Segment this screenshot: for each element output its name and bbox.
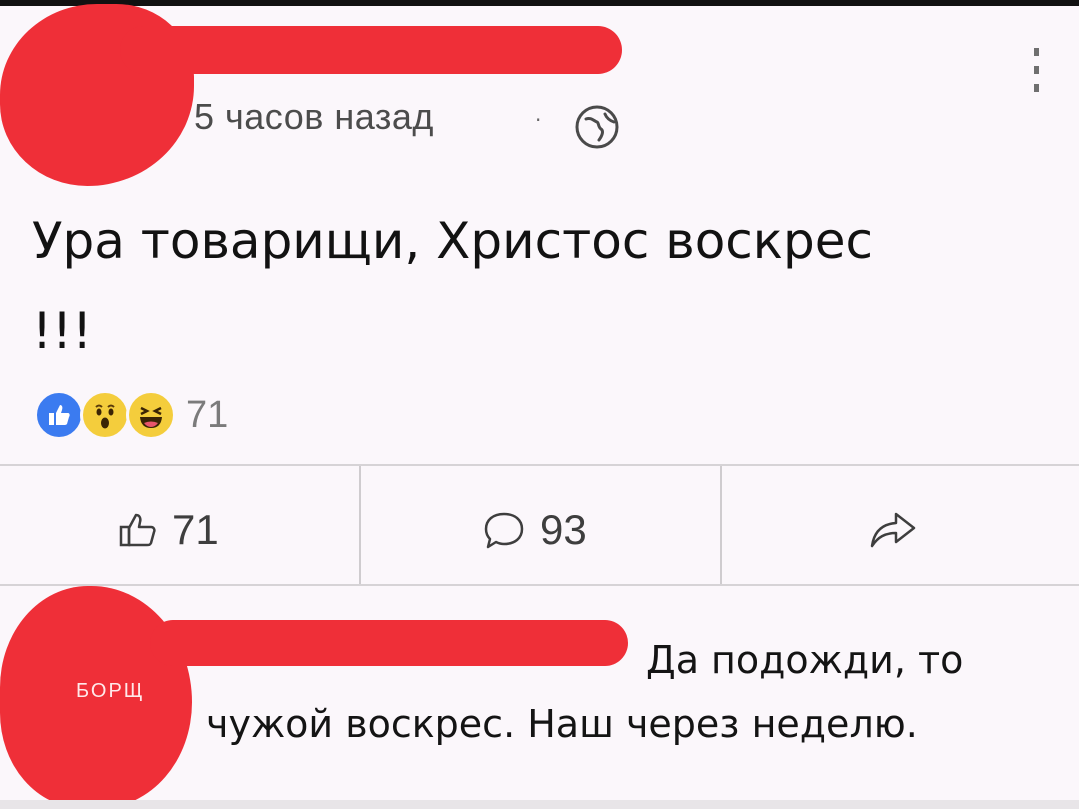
action-bar-top-divider <box>0 464 1079 466</box>
post-timestamp: 5 часов назад <box>194 96 434 137</box>
action-divider-2 <box>720 466 722 584</box>
comment-count: 93 <box>540 506 587 553</box>
comment-button[interactable]: 93 <box>482 500 587 560</box>
share-arrow-icon <box>870 512 916 548</box>
action-bar-bottom-divider <box>0 584 1079 586</box>
like-count: 71 <box>172 506 219 553</box>
bottom-edge <box>0 800 1079 809</box>
like-button[interactable]: 71 <box>118 500 219 560</box>
top-edge-bar <box>0 0 1079 6</box>
comment-text-line-1: Да подожди, то <box>646 638 964 682</box>
post-text: Ура товарищи, Христос воскрес !!! <box>32 212 873 360</box>
wow-reaction-icon <box>80 390 130 440</box>
haha-reaction-icon <box>126 390 176 440</box>
more-options-icon[interactable] <box>1032 48 1040 92</box>
share-button[interactable] <box>868 500 932 560</box>
globe-icon <box>575 105 619 149</box>
action-divider-1 <box>359 466 361 584</box>
author-name-redaction <box>120 26 622 74</box>
commenter-label: БОРЩ <box>76 680 145 702</box>
reactions-count: 71 <box>186 393 229 436</box>
reactions-summary[interactable]: 71 <box>34 390 228 440</box>
timestamp-separator: · <box>535 108 542 132</box>
comment-text-line-2: чужой воскрес. Наш через неделю. <box>206 702 918 746</box>
thumbs-up-icon <box>119 513 156 547</box>
comment-bubble-icon <box>484 512 524 549</box>
comment-text: Да подожди, то чужой воскрес. Наш через … <box>206 628 1026 756</box>
like-reaction-icon <box>34 390 84 440</box>
